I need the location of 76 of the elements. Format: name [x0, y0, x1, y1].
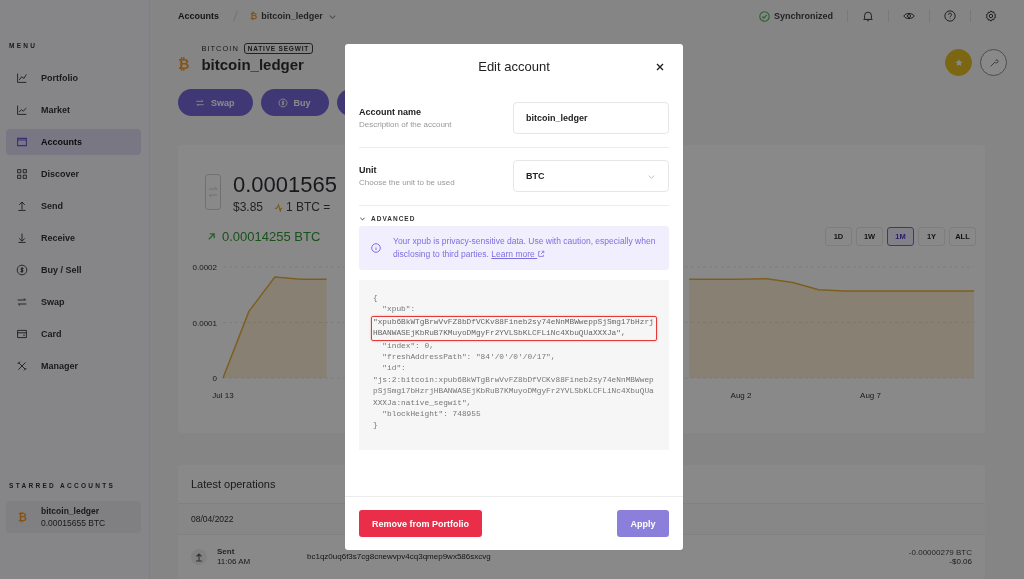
- operation-time: 11:06 AM: [217, 557, 252, 566]
- activity-icon: [274, 202, 284, 212]
- field-description: Description of the account: [359, 120, 452, 129]
- fiat-value: $3.85: [233, 200, 264, 214]
- apply-button[interactable]: Apply: [617, 510, 669, 537]
- nav-icon: [16, 296, 28, 308]
- chevron-down-icon: [359, 215, 366, 222]
- swap-icon: [195, 97, 205, 108]
- check-circle-icon: [759, 10, 770, 22]
- y-axis-label: 0: [212, 374, 217, 383]
- privacy-notice: Your xpub is privacy-sensitive data. Use with caution, especially when disclosing to third parties. Learn more: [393, 235, 657, 261]
- account-title: bitcoin_ledger: [201, 56, 305, 73]
- eye-icon[interactable]: [903, 10, 915, 22]
- bitcoin-icon: ₿: [178, 57, 190, 71]
- x-axis-label: Aug 2: [730, 391, 752, 400]
- breadcrumb-account[interactable]: bitcoin_ledger: [261, 11, 323, 21]
- field-label: Unit: [359, 165, 378, 175]
- sidebar-item[interactable]: Receive: [6, 225, 141, 251]
- sidebar-item[interactable]: Portfolio: [6, 65, 141, 91]
- nav-icon: [16, 136, 28, 148]
- nav-icon: [16, 360, 28, 372]
- remove-button[interactable]: Remove from Portfolio: [359, 510, 482, 537]
- sidebar-item[interactable]: Send: [6, 193, 141, 219]
- nav-icon: [16, 232, 28, 244]
- x-axis-label: Jul 13: [212, 391, 234, 400]
- operation-type: Sent: [217, 547, 236, 556]
- breadcrumb-link[interactable]: Accounts: [178, 11, 219, 21]
- settings-icon[interactable]: [985, 10, 997, 22]
- sidebar-item[interactable]: Manager: [6, 353, 141, 379]
- nav-icon: [16, 328, 28, 340]
- wrench-icon: [988, 57, 999, 68]
- nav-icon: [16, 72, 28, 84]
- dialog-title: Edit account: [478, 58, 550, 74]
- y-axis-label: 0.0001: [192, 318, 217, 328]
- account-name-field[interactable]: bitcoin_ledger: [513, 102, 669, 134]
- operation-amount: -0.00000279 BTC: [908, 547, 972, 557]
- close-icon[interactable]: [655, 62, 665, 72]
- field-label: Account name: [359, 107, 422, 117]
- arrow-up-right-icon: [207, 232, 216, 241]
- x-axis-label: Aug 7: [860, 391, 881, 400]
- nav-icon: [16, 264, 28, 276]
- swap-toggle-icon[interactable]: [205, 174, 221, 210]
- star-button[interactable]: [945, 49, 972, 76]
- star-icon: [953, 57, 964, 68]
- exchange-rate: 1 BTC =: [286, 200, 331, 214]
- balance-amount: 0.0001565: [233, 172, 337, 198]
- sidebar-item[interactable]: Swap: [6, 289, 141, 315]
- sidebar-item[interactable]: Market: [6, 97, 141, 123]
- nav-icon: [16, 104, 28, 116]
- bitcoin-icon: ₿: [250, 11, 258, 21]
- nav-icon: [16, 168, 28, 180]
- operation-fiat: -$0.06: [949, 556, 972, 566]
- sidebar-item[interactable]: Buy / Sell: [6, 257, 141, 283]
- buy-icon: [277, 97, 288, 108]
- starred-account[interactable]: ₿ bitcoin_ledger 0.00015655 BTC: [6, 501, 141, 533]
- account-balance: 0.00015655 BTC: [40, 518, 106, 528]
- help-icon[interactable]: [944, 10, 956, 22]
- sidebar-item[interactable]: Discover: [6, 161, 141, 187]
- info-icon: [371, 243, 381, 253]
- y-axis-label: 0.0002: [192, 263, 217, 272]
- send-icon: [191, 548, 207, 565]
- external-link-icon: [537, 250, 546, 258]
- sidebar-item[interactable]: Card: [6, 321, 141, 347]
- nav-icon: [16, 200, 28, 212]
- learn-more-link[interactable]: Learn more: [491, 249, 546, 259]
- account-name: bitcoin_ledger: [40, 506, 101, 516]
- balance-change: 0.00014255 BTC: [222, 229, 321, 244]
- sync-status: Synchronized: [774, 11, 833, 21]
- sidebar-item[interactable]: Accounts: [6, 129, 141, 155]
- notifications-icon[interactable]: [862, 10, 874, 22]
- operation-address: bc1qz0uq6f3s7cg8cnewvpv4cq3qmep9wx586sxcvg: [307, 552, 491, 561]
- bitcoin-icon: ₿: [18, 511, 27, 523]
- buy-button[interactable]: Buy: [260, 89, 329, 116]
- unit-dropdown[interactable]: BTC: [513, 160, 669, 192]
- field-description: Choose the unit to be used: [359, 178, 455, 187]
- swap-button[interactable]: Swap: [178, 89, 253, 116]
